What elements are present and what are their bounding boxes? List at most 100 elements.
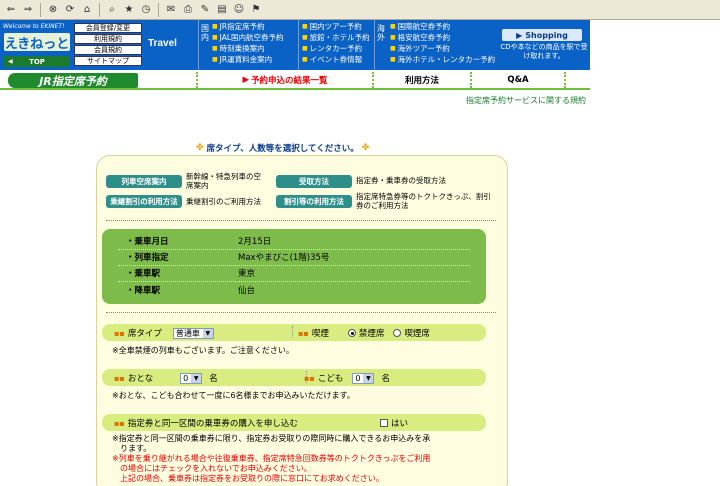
non-smoking-label: 禁煙席	[358, 329, 385, 339]
tab-bar: ▶ 予約申込の結果一覧 利用方法 Q&A	[196, 72, 566, 88]
member-terms-link[interactable]: 会員規約	[74, 45, 142, 55]
toolbar-separator	[99, 2, 100, 17]
people-note: ※おとな、こども合わせて一度に6名様までお申込みいただけます。	[112, 391, 355, 400]
shopping-button[interactable]: ▶ Shopping	[502, 29, 582, 41]
nav-label: 国際航空券予約	[397, 22, 451, 31]
ticket-field: ▪▪ 指定券と同一区間の乗車券の購入を申し込む	[114, 417, 298, 430]
messenger-icon[interactable]: ☺	[232, 3, 246, 17]
group-domestic: 国内	[201, 24, 209, 42]
nav-overseas-tour[interactable]: ■ 海外ツアー予約	[390, 43, 495, 54]
row-to: ・降車駅 仙台	[126, 283, 255, 297]
ticket-checkbox[interactable]	[380, 419, 388, 427]
toolbar-separator	[40, 2, 41, 17]
nav-event[interactable]: ■ イベント券情報	[302, 54, 370, 65]
vacancy-button[interactable]: 列車空席案内	[106, 175, 182, 188]
adult-unit: 名	[209, 374, 218, 384]
chevron-down-icon: ▼	[191, 373, 202, 383]
nav-label: 海外ホテル・レンタカー予約	[397, 55, 496, 64]
nav-overseas-hotel[interactable]: ■ 海外ホテル・レンタカー予約	[390, 54, 495, 65]
nav-domestic-tour[interactable]: ■ 国内ツアー予約	[302, 21, 370, 32]
stop-icon[interactable]: ⊗	[46, 3, 60, 17]
nav-timetable[interactable]: ■ 時刻乗換案内	[212, 43, 284, 54]
tab-label: 予約申込の結果一覧	[251, 76, 328, 86]
tab-usage[interactable]: 利用方法	[372, 72, 470, 88]
nav-intl-air[interactable]: ■ 国際航空券予約	[390, 21, 495, 32]
tab-results[interactable]: ▶ 予約申込の結果一覧	[196, 72, 372, 88]
smoking-label: 喫煙	[311, 329, 329, 339]
top-button[interactable]: ◀ TOP	[4, 56, 70, 67]
member-register-link[interactable]: 会員登録/変更	[74, 23, 142, 33]
nav-label: 格安航空券予約	[397, 33, 451, 42]
travel-label: Travel	[148, 38, 177, 49]
field-separator	[292, 326, 293, 338]
home-icon[interactable]: ⌂	[80, 3, 94, 17]
smoking-seat-label: 喫煙席	[404, 329, 430, 339]
square-bullet-icon: ▪▪	[114, 373, 125, 383]
non-smoking-radio[interactable]	[347, 329, 356, 337]
nav-label: 旅館・ホテル予約	[309, 33, 370, 42]
adult-count-select[interactable]: 0 ▼	[180, 372, 203, 384]
shopping-label: Shopping	[525, 30, 568, 40]
research-icon[interactable]: ⚑	[249, 3, 263, 17]
dotted-divider	[106, 220, 496, 221]
print-icon[interactable]: ⎙	[181, 3, 195, 17]
sitemap-link[interactable]: サイトマップ	[74, 56, 142, 66]
ticket-note-1: ※指定券と同一区間の乗車券に限り、指定券お受取りの際同時に購入できるお申込みを承	[112, 434, 431, 443]
nav-jal-domestic[interactable]: ■ JAL国内航空券予約	[212, 32, 284, 43]
section-heading: ✤ 席タイプ、人数等を選択してください。 ✤	[196, 142, 390, 154]
tab-qa[interactable]: Q&A	[470, 72, 566, 88]
nav-cheap-air[interactable]: ■ 格安航空券予約	[390, 32, 495, 43]
dotted-divider	[106, 312, 496, 313]
forward-icon[interactable]: ⇒	[21, 3, 35, 17]
nav-rentacar[interactable]: ■ レンタカー予約	[302, 43, 370, 54]
discount-button[interactable]: 割引等の利用方法	[276, 195, 352, 208]
group-overseas: 海外	[377, 24, 385, 42]
header-divider	[198, 20, 199, 70]
ticket-yes-label: はい	[391, 419, 409, 429]
from-label: ・乗車駅	[126, 269, 161, 279]
history-icon[interactable]: ◷	[139, 3, 153, 17]
bullet-icon: ■	[302, 56, 308, 63]
toolbar-separator	[158, 2, 159, 17]
child-count-select[interactable]: 0 ▼	[352, 372, 375, 384]
nav-label: イベント券情報	[309, 55, 363, 64]
seat-note: ※全車禁煙の列車もございます。ご注意ください。	[112, 346, 294, 355]
row-date: ・乗車月日 2月15日	[126, 234, 271, 248]
edit-icon[interactable]: ✎	[198, 3, 212, 17]
nav-col-jr: ■ JR指定席予約 ■ JAL国内航空券予約 ■ 時刻乗換案内 ■ JR運賃料金案内	[212, 21, 284, 65]
nav-label: JR指定席予約	[219, 22, 265, 31]
vacancy-desc: 新幹線・特急列車の空席案内	[186, 172, 261, 190]
mini-links: 会員登録/変更 利用規約 会員規約 サイトマップ	[74, 23, 142, 67]
smoking-radio[interactable]	[393, 329, 402, 337]
back-icon[interactable]: ⇐	[4, 3, 18, 17]
nav-hotel[interactable]: ■ 旅館・ホテル予約	[302, 32, 370, 43]
rules-link[interactable]: 指定席予約サービスに関する規約	[466, 95, 586, 106]
transfer-discount-desc: 乗継割引のご利用方法	[186, 197, 261, 206]
chevron-right-icon: ▶	[516, 30, 523, 40]
bullet-icon: ■	[390, 56, 396, 63]
square-bullet-icon: ▪▪	[298, 328, 309, 338]
bullet-icon: ■	[212, 45, 218, 52]
to-value: 仙台	[238, 286, 256, 296]
discuss-icon[interactable]: ▤	[215, 3, 229, 17]
mail-icon[interactable]: ✉	[164, 3, 178, 17]
train-value: Maxやまびこ(1階)35号	[238, 253, 330, 263]
bullet-icon: ■	[390, 23, 396, 30]
ekinet-logo[interactable]: えきねっと	[4, 33, 70, 52]
ticket-note-2: ります。	[120, 444, 152, 453]
search-icon[interactable]: ⌕	[105, 3, 119, 17]
welcome-text: Welcome to EKINET!	[3, 23, 65, 30]
row-train: ・列車指定 Maxやまびこ(1階)35号	[126, 250, 329, 264]
transfer-discount-button[interactable]: 乗継割引の利用方法	[106, 195, 182, 208]
diamond-icon: ✤	[361, 143, 370, 153]
seat-type-select[interactable]: 普通車 ▼	[172, 327, 214, 339]
header-divider	[374, 20, 375, 70]
terms-link[interactable]: 利用規約	[74, 34, 142, 44]
receipt-button[interactable]: 受取方法	[276, 175, 352, 188]
refresh-icon[interactable]: ⟳	[63, 3, 77, 17]
favorites-icon[interactable]: ★	[122, 3, 136, 17]
nav-jr-reserve[interactable]: ■ JR指定席予約	[212, 21, 284, 32]
square-bullet-icon: ▪▪	[304, 373, 315, 383]
seat-type-field: ▪▪ 席タイプ 普通車 ▼	[114, 327, 214, 339]
nav-fare[interactable]: ■ JR運賃料金案内	[212, 54, 284, 65]
